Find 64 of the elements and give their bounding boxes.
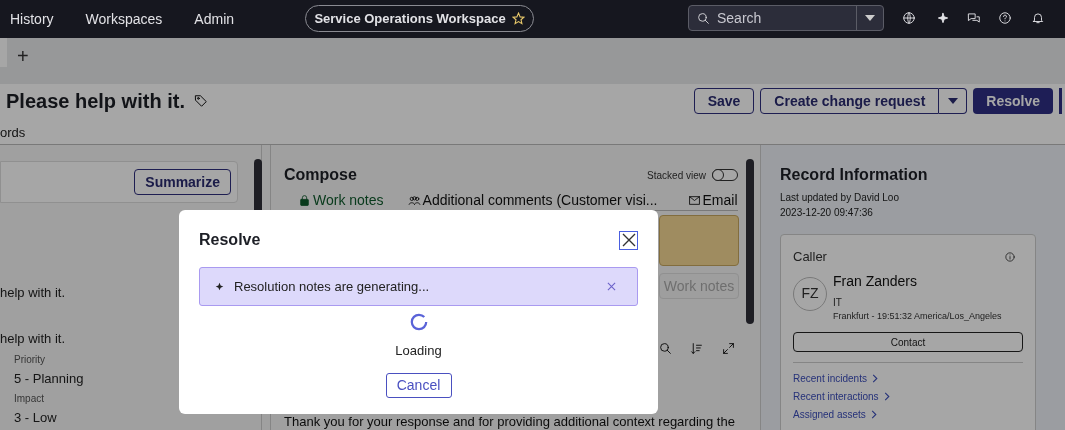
- dropdown-button[interactable]: [939, 88, 968, 114]
- stacked-view-toggle[interactable]: [712, 169, 738, 181]
- caret-icon[interactable]: [865, 15, 875, 21]
- toggle-label: Stacked view: [647, 168, 706, 183]
- close-button[interactable]: [619, 230, 638, 250]
- field-value: 5 - Planning: [14, 370, 85, 388]
- compose-tab[interactable]: Additional comments (Customer visi...: [407, 192, 658, 208]
- globe-icon[interactable]: [902, 11, 916, 25]
- people-icon: [407, 193, 421, 207]
- expand-icon[interactable]: [722, 342, 735, 355]
- create-change-request-button[interactable]: Create change request: [760, 88, 940, 114]
- cancel-button[interactable]: Cancel: [385, 372, 452, 398]
- summarize-button[interactable]: Summarize: [134, 169, 231, 195]
- star-icon: [511, 12, 525, 25]
- description-text: help with it.: [0, 284, 66, 302]
- dialog-title: Resolve: [199, 230, 261, 250]
- chat-icon[interactable]: [967, 11, 981, 25]
- record-link[interactable]: Assigned assets: [793, 406, 1023, 422]
- panel-title: Record Information: [780, 165, 929, 185]
- message-text: Thank you for your response and for providing additional context regarding the: [284, 414, 735, 429]
- sparkle-icon: [215, 282, 224, 291]
- caret-icon: [947, 98, 958, 104]
- loading-text: Loading: [395, 342, 442, 360]
- help-icon[interactable]: [998, 11, 1012, 25]
- description-text: help with it.: [0, 329, 66, 348]
- field-value: 3 - Low: [14, 408, 58, 427]
- record-link[interactable]: Recent interactions: [793, 388, 1023, 404]
- field-label: Priority: [14, 353, 47, 367]
- updated-date: 2023-12-20 09:47:36: [780, 206, 874, 220]
- close-icon[interactable]: [607, 282, 616, 291]
- tag-icon[interactable]: [193, 94, 208, 108]
- resolve-button[interactable]: Resolve: [973, 88, 1053, 114]
- compose-tab[interactable]: Email: [687, 192, 738, 208]
- lock-icon: [298, 193, 311, 207]
- close-icon: [621, 233, 636, 247]
- caller-department: IT: [833, 295, 843, 310]
- nav-link[interactable]: Admin: [194, 8, 235, 30]
- record-title: Please help with it.: [6, 89, 185, 114]
- add-tab-button[interactable]: +: [17, 41, 29, 71]
- compose-tab[interactable]: Work notes: [298, 192, 384, 208]
- mail-icon: [687, 193, 701, 207]
- field-label: Impact: [14, 391, 45, 406]
- record-tab[interactable]: ords: [0, 122, 26, 143]
- info-icon[interactable]: [1005, 251, 1015, 262]
- nav-link[interactable]: Workspaces: [85, 8, 163, 30]
- search-icon[interactable]: [659, 342, 672, 355]
- updated-text: Last updated by David Loo: [780, 191, 900, 205]
- sparkle-icon[interactable]: [936, 11, 950, 25]
- scrollbar[interactable]: [746, 159, 754, 324]
- bell-icon[interactable]: [1031, 11, 1045, 25]
- record-link[interactable]: Recent incidents: [793, 370, 1023, 386]
- caller-name[interactable]: Fran Zanders: [833, 270, 1002, 292]
- card-heading: Caller: [793, 248, 827, 266]
- contact-button[interactable]: Contact: [793, 332, 1023, 352]
- save-button[interactable]: Save: [693, 88, 755, 114]
- loading-spinner: [409, 313, 428, 331]
- search-field[interactable]: Search: [688, 5, 884, 31]
- caller-location: Frankfurt - 19:51:32 America/Los_Angeles: [833, 309, 1002, 323]
- workspace-title: Service Operations Workspace: [314, 9, 506, 28]
- banner-text: Resolution notes are generating...: [234, 277, 430, 296]
- sort-icon[interactable]: [690, 342, 703, 355]
- nav-link[interactable]: History: [10, 8, 54, 30]
- compose-title: Compose: [284, 165, 357, 185]
- search-icon: [697, 12, 710, 25]
